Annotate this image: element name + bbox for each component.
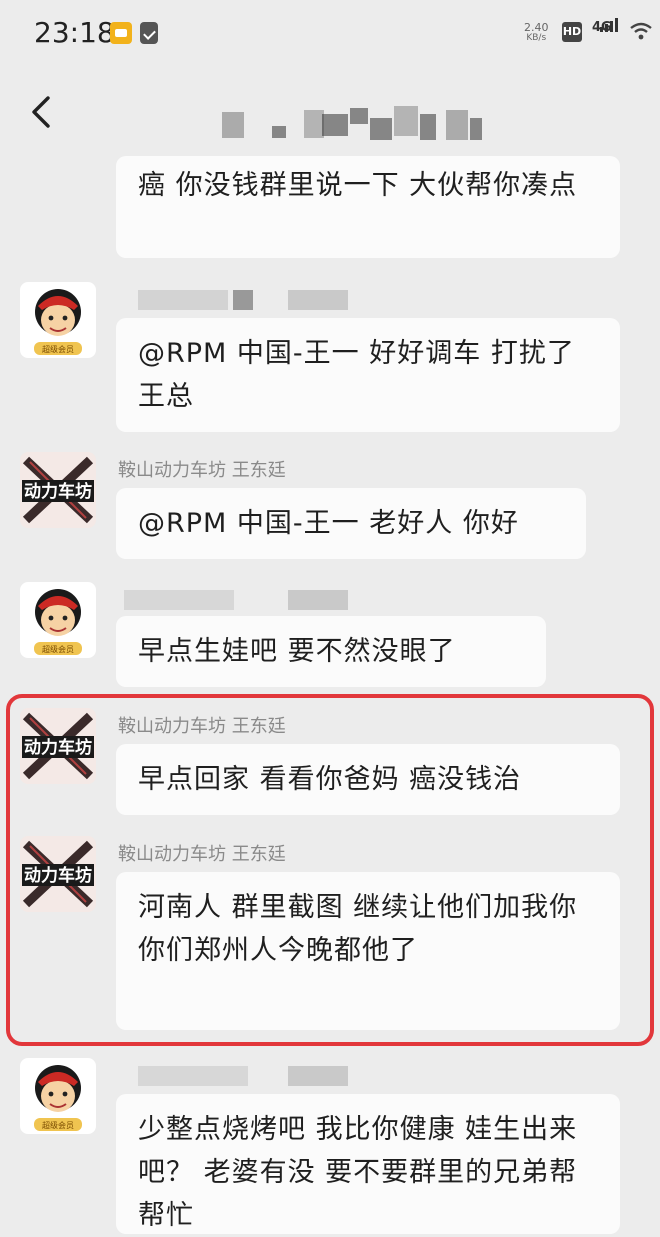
sender-name-obscured	[138, 290, 358, 310]
message-bubble[interactable]: @RPM 中国-王一 老好人 你好	[116, 488, 586, 559]
dongli-chefang-logo[interactable]: 动力车坊	[20, 836, 96, 912]
sender-name-obscured	[124, 590, 358, 610]
chevron-left-icon[interactable]	[26, 92, 62, 132]
message-bubble[interactable]: 早点生娃吧 要不然没眼了	[116, 616, 546, 687]
speed-value: 2.40	[524, 21, 549, 34]
dongli-chefang-logo-image: 动力车坊	[22, 456, 94, 524]
caishen-avatar-image: 超级会员	[34, 1065, 82, 1131]
caishen-avatar-image: 超级会员	[34, 289, 82, 355]
caishen-avatar[interactable]: 超级会员	[20, 582, 96, 658]
logo-text: 动力车坊	[24, 737, 92, 758]
message-text: @RPM 中国-王一 好好调车 打扰了王总	[138, 338, 575, 412]
message-bubble[interactable]: 癌 你没钱群里说一下 大伙帮你凑点	[116, 156, 620, 258]
message-text: @RPM 中国-王一 老好人 你好	[138, 508, 519, 539]
message-bubble[interactable]: 河南人 群里截图 继续让他们加我你 你们郑州人今晚都他了	[116, 872, 620, 1030]
message-text: 癌 你没钱群里说一下 大伙帮你凑点	[138, 170, 578, 201]
sender-name-obscured	[138, 1066, 358, 1086]
logo-text: 动力车坊	[24, 865, 92, 886]
message-text: 少整点烧烤吧 我比你健康 娃生出来吧？ 老婆有没 要不要群里的兄弟帮帮忙	[138, 1114, 578, 1231]
network-speed: 2.40 KB/s	[524, 22, 549, 44]
dongli-chefang-logo[interactable]: 动力车坊	[20, 452, 96, 528]
caishen-avatar-image: 超级会员	[34, 589, 82, 655]
message-text: 早点回家 看看你爸妈 癌没钱治	[138, 764, 522, 795]
sender-name: 鞍山动力车坊 王东廷	[118, 460, 286, 481]
message-text: 早点生娃吧 要不然没眼了	[138, 636, 456, 667]
caishen-avatar[interactable]: 超级会员	[20, 282, 96, 358]
dongli-chefang-logo-image: 动力车坊	[22, 712, 94, 780]
message-text: 河南人 群里截图 继续让他们加我你 你们郑州人今晚都他了	[138, 892, 578, 966]
dongli-chefang-logo[interactable]: 动力车坊	[20, 708, 96, 784]
avatar-badge: 超级会员	[42, 344, 74, 354]
logo-text: 动力车坊	[24, 481, 92, 502]
message-bubble[interactable]: 早点回家 看看你爸妈 癌没钱治	[116, 744, 620, 815]
app-notification-icon	[110, 22, 132, 44]
avatar-badge: 超级会员	[42, 644, 74, 654]
clipboard-check-icon	[140, 22, 158, 44]
status-bar: 23:18 2.40 KB/s HD 4G	[0, 0, 660, 70]
message-bubble[interactable]: @RPM 中国-王一 好好调车 打扰了王总	[116, 318, 620, 432]
avatar-badge: 超级会员	[42, 1120, 74, 1130]
status-time: 23:18	[34, 16, 115, 49]
speed-unit: KB/s	[526, 33, 547, 43]
message-bubble[interactable]: 少整点烧烤吧 我比你健康 娃生出来吧？ 老婆有没 要不要群里的兄弟帮帮忙	[116, 1094, 620, 1234]
chat-title-obscured	[222, 106, 482, 140]
sender-name: 鞍山动力车坊 王东廷	[118, 716, 286, 737]
caishen-avatar[interactable]: 超级会员	[20, 1058, 96, 1134]
dongli-chefang-logo-image: 动力车坊	[22, 840, 94, 908]
wifi-icon	[630, 22, 652, 40]
hd-badge: HD	[562, 22, 582, 42]
sender-name: 鞍山动力车坊 王东廷	[118, 844, 286, 865]
